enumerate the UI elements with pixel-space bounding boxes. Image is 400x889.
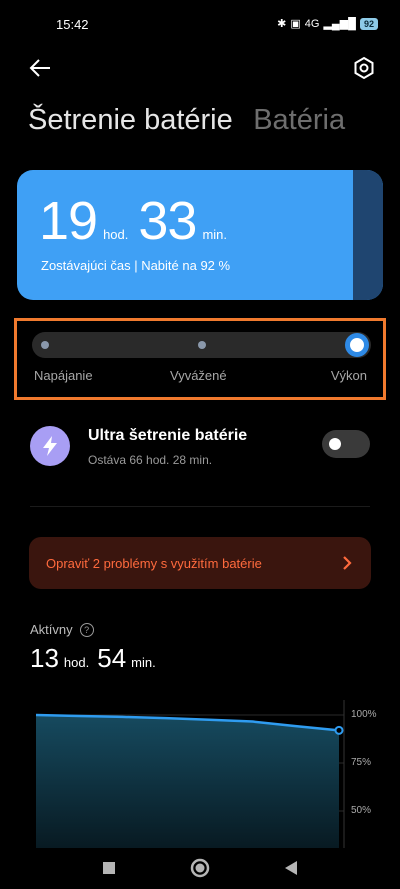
- mode-dot-balanced[interactable]: [198, 341, 206, 349]
- ultra-saver-row[interactable]: Ultra šetrenie batérie Ostáva 66 hod. 28…: [30, 424, 370, 472]
- chart-area: [36, 715, 339, 848]
- divider: [30, 506, 370, 507]
- tab-battery-saver[interactable]: Šetrenie batérie: [28, 104, 233, 136]
- recents-button[interactable]: [97, 856, 121, 880]
- status-icons: ✱ ▣ 4G ▂▄▆█ 92: [277, 17, 378, 30]
- ultra-saver-subtitle: Ostáva 66 hod. 28 min.: [88, 453, 213, 467]
- remaining-hours: 19: [39, 191, 98, 251]
- back-nav-button[interactable]: [279, 856, 303, 880]
- fix-issues-button[interactable]: Opraviť 2 problémy s využitím batérie: [29, 537, 371, 589]
- mode-slider[interactable]: [32, 332, 371, 358]
- status-bar: 15:42 ✱ ▣ 4G ▂▄▆█ 92: [0, 0, 400, 50]
- remaining-subtitle: Zostávajúci čas | Nabité na 92 %: [41, 258, 231, 273]
- back-button[interactable]: [28, 55, 54, 81]
- circle-icon: [190, 858, 210, 878]
- title-tabs: Šetrenie batérie Batéria: [28, 104, 345, 137]
- signal-icon: ▂▄▆█: [323, 18, 356, 30]
- active-label: Aktívny: [30, 622, 73, 637]
- gear-icon: [354, 56, 374, 80]
- ultra-saver-title: Ultra šetrenie batérie: [88, 427, 248, 444]
- navigation-bar: [0, 848, 400, 889]
- tick-label-75: 75%: [351, 757, 372, 768]
- remaining-hours-unit: hod.: [103, 227, 129, 242]
- help-icon[interactable]: ?: [79, 622, 94, 637]
- toggle-knob: [329, 438, 341, 450]
- remaining-minutes: 33: [138, 191, 197, 251]
- chart-svg: [35, 700, 345, 848]
- lightning-icon: [30, 426, 70, 466]
- active-section-header: Aktívny ?: [30, 622, 94, 637]
- battery-icon: 92: [359, 17, 378, 30]
- status-time: 15:42: [56, 17, 89, 32]
- battery-level-chart: 100% 75% 50%: [0, 700, 400, 848]
- network-type: 4G: [304, 17, 320, 30]
- active-hours-unit: hod.: [63, 655, 90, 670]
- triangle-back-icon: [285, 861, 297, 875]
- mode-dot-power-saving[interactable]: [41, 341, 49, 349]
- active-minutes: 54: [97, 643, 127, 673]
- bluetooth-icon: ✱: [277, 18, 287, 30]
- mode-knob-performance[interactable]: [345, 333, 369, 357]
- chevron-right-icon: [343, 556, 352, 570]
- battery-remaining-card: 19 hod. 33 min. Zostávajúci čas | Nabité…: [17, 170, 383, 300]
- chart-current-point: [334, 725, 344, 735]
- settings-button[interactable]: [352, 56, 376, 80]
- mode-label-balanced[interactable]: Vyvážené: [170, 368, 227, 383]
- tick-label-50: 50%: [351, 805, 372, 816]
- fix-issues-label: Opraviť 2 problémy s využitím batérie: [46, 556, 262, 571]
- tab-battery[interactable]: Batéria: [253, 104, 345, 136]
- back-arrow-icon: [29, 59, 50, 77]
- power-mode-selector: Napájanie Vyvážené Výkon: [14, 318, 386, 400]
- remaining-minutes-unit: min.: [202, 227, 228, 242]
- ultra-saver-toggle[interactable]: [322, 430, 370, 458]
- vowifi-icon: ▣: [290, 18, 301, 30]
- active-time: 13 hod. 54 min.: [30, 643, 164, 674]
- remaining-time: 19 hod. 33 min.: [39, 190, 237, 252]
- active-hours: 13: [30, 643, 59, 673]
- tick-label-100: 100%: [351, 709, 377, 720]
- mode-label-power-saving[interactable]: Napájanie: [34, 368, 93, 383]
- home-button[interactable]: [188, 856, 212, 880]
- mode-label-performance[interactable]: Výkon: [331, 368, 367, 383]
- active-minutes-unit: min.: [131, 655, 156, 670]
- square-icon: [103, 862, 115, 874]
- battery-charge-indicator: [353, 170, 383, 300]
